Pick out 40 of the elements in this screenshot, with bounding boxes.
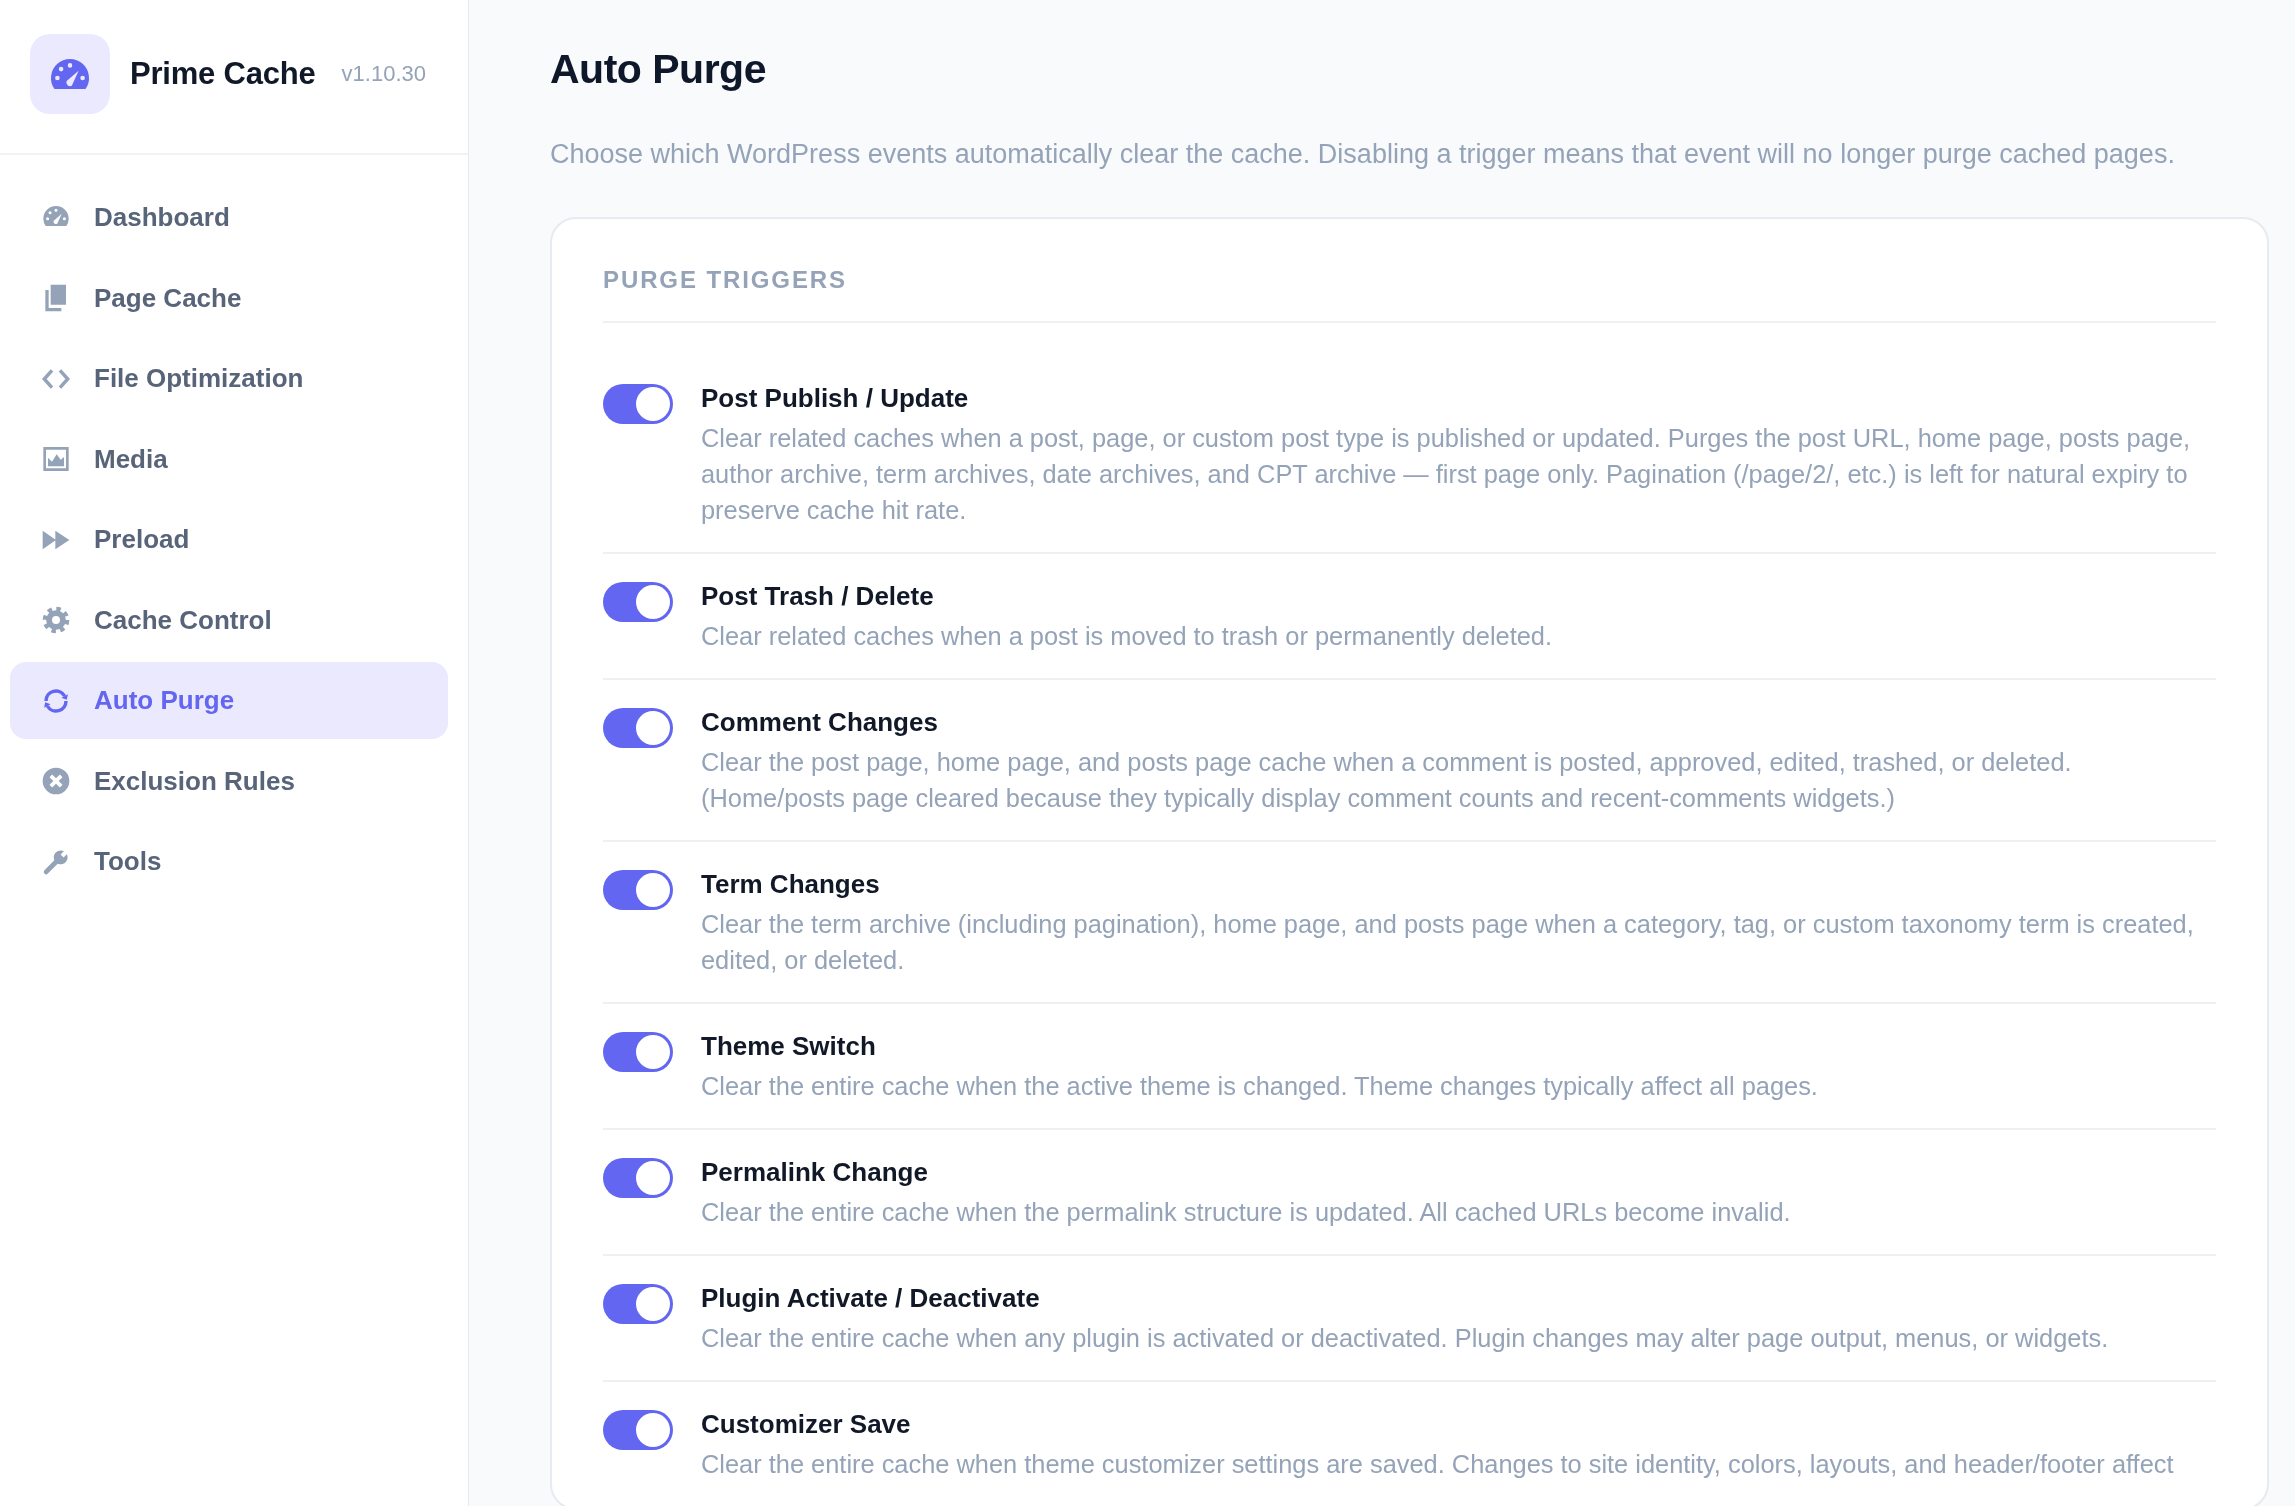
nav-item[interactable]: Auto Purge bbox=[10, 662, 448, 739]
nav-item[interactable]: Tools bbox=[10, 823, 448, 900]
toggle-switch[interactable] bbox=[603, 1410, 673, 1450]
toggle-switch[interactable] bbox=[603, 1284, 673, 1324]
trigger-title: Post Trash / Delete bbox=[701, 580, 934, 613]
trigger-description: Clear the entire cache when any plugin is activated or deactivated. Plugin changes may alter page output, menus, or widgets. bbox=[701, 1323, 2110, 1354]
trigger-title: Theme Switch bbox=[701, 1030, 876, 1063]
trigger-description: Clear the term archive (including pagination), home page, and posts page when a category, tag, or custom taxonomy term is created, edited, or deleted. bbox=[701, 909, 2195, 976]
page-title: Auto Purge bbox=[550, 45, 766, 93]
nav-item[interactable]: Exclusion Rules bbox=[10, 742, 448, 820]
trigger-description: Clear related caches when a post is moved to trash or permanently deleted. bbox=[701, 621, 1554, 652]
trigger-description: Clear the entire cache when the permalink structure is updated. All cached URLs become invalid. bbox=[701, 1197, 1792, 1228]
nav-item[interactable]: File Optimization bbox=[10, 340, 448, 417]
section-heading: PURGE TRIGGERS bbox=[603, 265, 847, 295]
toggle-switch[interactable] bbox=[603, 582, 673, 622]
nav-item[interactable]: Dashboard bbox=[10, 179, 448, 256]
trigger-description: Clear the entire cache when the active theme is changed. Theme changes typically affect all pages. bbox=[701, 1071, 1819, 1102]
toggle-switch[interactable] bbox=[603, 384, 673, 424]
app-name: Prime Cache bbox=[130, 55, 316, 93]
toggle-switch[interactable] bbox=[603, 708, 673, 748]
trigger-description: Clear the post page, home page, and posts page cache when a comment is posted, approved, edited, trashed, or deleted. (Home/posts page cleared because they typically display comment counts and recent-comments widgets.) bbox=[701, 747, 2073, 814]
nav-item[interactable]: Page Cache bbox=[10, 259, 448, 337]
page-description: Choose which WordPress events automatically clear the cache. Disabling a trigger means that event will no longer purge cached pages. bbox=[550, 138, 2175, 171]
toggle-switch[interactable] bbox=[603, 1032, 673, 1072]
trigger-title: Term Changes bbox=[701, 868, 880, 901]
trigger-title: Plugin Activate / Deactivate bbox=[701, 1282, 1040, 1315]
nav-item[interactable]: Preload bbox=[10, 501, 448, 578]
trigger-description: Clear the entire cache when theme customizer settings are saved. Changes to site identity, colors, layouts, and header/footer affect bbox=[701, 1449, 2175, 1480]
nav-item[interactable]: Media bbox=[10, 420, 448, 498]
nav-item[interactable]: Cache Control bbox=[10, 581, 448, 659]
toggle-switch[interactable] bbox=[603, 1158, 673, 1198]
version-label: v1.10.30 bbox=[341, 60, 426, 88]
trigger-title: Comment Changes bbox=[701, 706, 938, 739]
gauge-logo-icon bbox=[30, 34, 110, 114]
settings-icon bbox=[40, 604, 72, 636]
trigger-title: Permalink Change bbox=[701, 1156, 928, 1189]
trigger-title: Post Publish / Update bbox=[701, 382, 969, 415]
trigger-description: Clear related caches when a post, page, or custom post type is published or updated. Purges the post URL, home page, posts page, author archive, term archives, date archives, and CPT archive — first page only. Pagination (/page/2/, etc.) is left for natural expiry to preserve cache hit rate. bbox=[701, 423, 2192, 526]
trigger-title: Customizer Save bbox=[701, 1408, 911, 1441]
toggle-switch[interactable] bbox=[603, 870, 673, 910]
